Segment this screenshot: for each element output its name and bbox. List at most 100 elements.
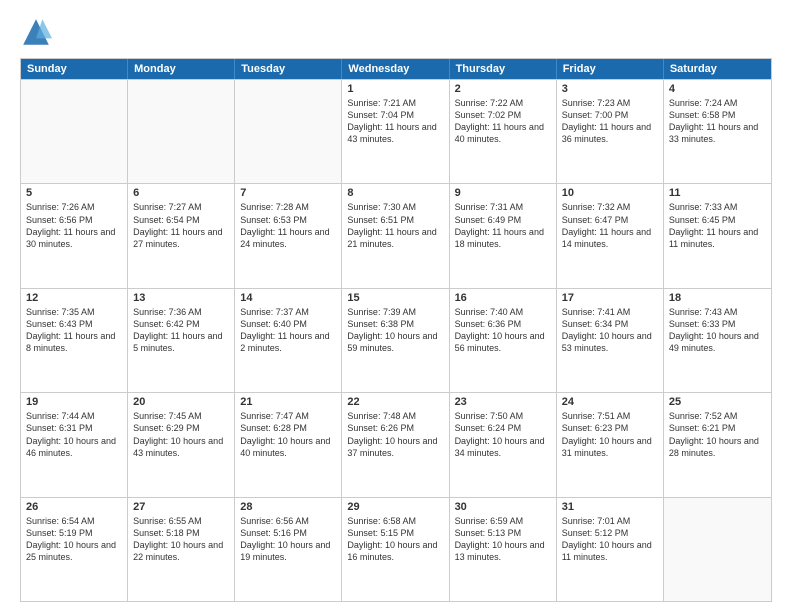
day-info: Sunrise: 7:01 AM Sunset: 5:12 PM Dayligh… <box>562 515 658 564</box>
day-number: 9 <box>455 187 551 199</box>
day-info: Sunrise: 7:26 AM Sunset: 6:56 PM Dayligh… <box>26 201 122 250</box>
day-number: 25 <box>669 396 766 408</box>
header-day-friday: Friday <box>557 59 664 79</box>
page: SundayMondayTuesdayWednesdayThursdayFrid… <box>0 0 792 612</box>
day-info: Sunrise: 7:30 AM Sunset: 6:51 PM Dayligh… <box>347 201 443 250</box>
calendar-row-2: 12 Sunrise: 7:35 AM Sunset: 6:43 PM Dayli… <box>21 288 771 392</box>
day-info: Sunrise: 7:23 AM Sunset: 7:00 PM Dayligh… <box>562 97 658 146</box>
day-info: Sunrise: 6:56 AM Sunset: 5:16 PM Dayligh… <box>240 515 336 564</box>
calendar-cell: 30 Sunrise: 6:59 AM Sunset: 5:13 PM Dayli… <box>450 498 557 601</box>
calendar-cell: 27 Sunrise: 6:55 AM Sunset: 5:18 PM Dayli… <box>128 498 235 601</box>
calendar-cell: 14 Sunrise: 7:37 AM Sunset: 6:40 PM Dayli… <box>235 289 342 392</box>
day-info: Sunrise: 7:52 AM Sunset: 6:21 PM Dayligh… <box>669 410 766 459</box>
day-info: Sunrise: 7:48 AM Sunset: 6:26 PM Dayligh… <box>347 410 443 459</box>
day-number: 11 <box>669 187 766 199</box>
calendar-cell: 18 Sunrise: 7:43 AM Sunset: 6:33 PM Dayli… <box>664 289 771 392</box>
calendar-body: 1 Sunrise: 7:21 AM Sunset: 7:04 PM Daylig… <box>21 79 771 601</box>
calendar-cell: 25 Sunrise: 7:52 AM Sunset: 6:21 PM Dayli… <box>664 393 771 496</box>
calendar-cell <box>128 80 235 183</box>
day-info: Sunrise: 7:28 AM Sunset: 6:53 PM Dayligh… <box>240 201 336 250</box>
day-number: 21 <box>240 396 336 408</box>
calendar-row-1: 5Sunrise: 7:26 AM Sunset: 6:56 PM Daylig… <box>21 183 771 287</box>
calendar-cell: 9 Sunrise: 7:31 AM Sunset: 6:49 PM Daylig… <box>450 184 557 287</box>
day-number: 23 <box>455 396 551 408</box>
calendar-row-0: 1 Sunrise: 7:21 AM Sunset: 7:04 PM Daylig… <box>21 79 771 183</box>
day-info: Sunrise: 7:32 AM Sunset: 6:47 PM Dayligh… <box>562 201 658 250</box>
day-info: Sunrise: 7:22 AM Sunset: 7:02 PM Dayligh… <box>455 97 551 146</box>
calendar-cell: 2 Sunrise: 7:22 AM Sunset: 7:02 PM Daylig… <box>450 80 557 183</box>
logo-icon <box>20 16 52 48</box>
header-day-saturday: Saturday <box>664 59 771 79</box>
day-info: Sunrise: 7:21 AM Sunset: 7:04 PM Dayligh… <box>347 97 443 146</box>
day-number: 29 <box>347 501 443 513</box>
calendar-cell: 10Sunrise: 7:32 AM Sunset: 6:47 PM Dayli… <box>557 184 664 287</box>
day-info: Sunrise: 7:43 AM Sunset: 6:33 PM Dayligh… <box>669 306 766 355</box>
calendar-cell: 17 Sunrise: 7:41 AM Sunset: 6:34 PM Dayli… <box>557 289 664 392</box>
day-info: Sunrise: 6:54 AM Sunset: 5:19 PM Dayligh… <box>26 515 122 564</box>
header-day-thursday: Thursday <box>450 59 557 79</box>
day-number: 31 <box>562 501 658 513</box>
calendar-cell: 6 Sunrise: 7:27 AM Sunset: 6:54 PM Daylig… <box>128 184 235 287</box>
calendar-header: SundayMondayTuesdayWednesdayThursdayFrid… <box>21 59 771 79</box>
day-number: 13 <box>133 292 229 304</box>
day-info: Sunrise: 6:58 AM Sunset: 5:15 PM Dayligh… <box>347 515 443 564</box>
calendar-cell: 29 Sunrise: 6:58 AM Sunset: 5:15 PM Dayli… <box>342 498 449 601</box>
day-number: 2 <box>455 83 551 95</box>
day-number: 1 <box>347 83 443 95</box>
calendar-cell: 22 Sunrise: 7:48 AM Sunset: 6:26 PM Dayli… <box>342 393 449 496</box>
calendar-cell: 28Sunrise: 6:56 AM Sunset: 5:16 PM Dayli… <box>235 498 342 601</box>
calendar-cell: 20 Sunrise: 7:45 AM Sunset: 6:29 PM Dayli… <box>128 393 235 496</box>
day-number: 15 <box>347 292 443 304</box>
calendar-cell <box>664 498 771 601</box>
calendar-cell: 21Sunrise: 7:47 AM Sunset: 6:28 PM Dayli… <box>235 393 342 496</box>
day-info: Sunrise: 7:37 AM Sunset: 6:40 PM Dayligh… <box>240 306 336 355</box>
day-number: 12 <box>26 292 122 304</box>
header <box>20 16 772 48</box>
day-info: Sunrise: 7:31 AM Sunset: 6:49 PM Dayligh… <box>455 201 551 250</box>
calendar-cell: 23 Sunrise: 7:50 AM Sunset: 6:24 PM Dayli… <box>450 393 557 496</box>
day-number: 16 <box>455 292 551 304</box>
day-number: 27 <box>133 501 229 513</box>
day-info: Sunrise: 7:35 AM Sunset: 6:43 PM Dayligh… <box>26 306 122 355</box>
calendar-cell: 24Sunrise: 7:51 AM Sunset: 6:23 PM Dayli… <box>557 393 664 496</box>
header-day-tuesday: Tuesday <box>235 59 342 79</box>
calendar: SundayMondayTuesdayWednesdayThursdayFrid… <box>20 58 772 602</box>
calendar-cell: 15 Sunrise: 7:39 AM Sunset: 6:38 PM Dayli… <box>342 289 449 392</box>
day-info: Sunrise: 7:50 AM Sunset: 6:24 PM Dayligh… <box>455 410 551 459</box>
day-number: 3 <box>562 83 658 95</box>
day-number: 8 <box>347 187 443 199</box>
calendar-cell: 5Sunrise: 7:26 AM Sunset: 6:56 PM Daylig… <box>21 184 128 287</box>
calendar-cell: 11 Sunrise: 7:33 AM Sunset: 6:45 PM Dayli… <box>664 184 771 287</box>
day-info: Sunrise: 7:27 AM Sunset: 6:54 PM Dayligh… <box>133 201 229 250</box>
day-info: Sunrise: 7:33 AM Sunset: 6:45 PM Dayligh… <box>669 201 766 250</box>
day-number: 30 <box>455 501 551 513</box>
day-number: 17 <box>562 292 658 304</box>
day-info: Sunrise: 7:51 AM Sunset: 6:23 PM Dayligh… <box>562 410 658 459</box>
calendar-cell: 8 Sunrise: 7:30 AM Sunset: 6:51 PM Daylig… <box>342 184 449 287</box>
calendar-cell <box>235 80 342 183</box>
day-info: Sunrise: 7:45 AM Sunset: 6:29 PM Dayligh… <box>133 410 229 459</box>
day-number: 4 <box>669 83 766 95</box>
day-info: Sunrise: 6:59 AM Sunset: 5:13 PM Dayligh… <box>455 515 551 564</box>
day-number: 22 <box>347 396 443 408</box>
calendar-cell: 1 Sunrise: 7:21 AM Sunset: 7:04 PM Daylig… <box>342 80 449 183</box>
day-number: 6 <box>133 187 229 199</box>
day-info: Sunrise: 6:55 AM Sunset: 5:18 PM Dayligh… <box>133 515 229 564</box>
calendar-cell: 12 Sunrise: 7:35 AM Sunset: 6:43 PM Dayli… <box>21 289 128 392</box>
calendar-cell: 19Sunrise: 7:44 AM Sunset: 6:31 PM Dayli… <box>21 393 128 496</box>
logo <box>20 16 56 48</box>
calendar-cell: 16 Sunrise: 7:40 AM Sunset: 6:36 PM Dayli… <box>450 289 557 392</box>
day-number: 26 <box>26 501 122 513</box>
day-number: 20 <box>133 396 229 408</box>
calendar-cell: 26 Sunrise: 6:54 AM Sunset: 5:19 PM Dayli… <box>21 498 128 601</box>
day-info: Sunrise: 7:41 AM Sunset: 6:34 PM Dayligh… <box>562 306 658 355</box>
calendar-cell: 7 Sunrise: 7:28 AM Sunset: 6:53 PM Daylig… <box>235 184 342 287</box>
day-number: 18 <box>669 292 766 304</box>
day-number: 7 <box>240 187 336 199</box>
day-info: Sunrise: 7:39 AM Sunset: 6:38 PM Dayligh… <box>347 306 443 355</box>
calendar-cell <box>21 80 128 183</box>
day-info: Sunrise: 7:44 AM Sunset: 6:31 PM Dayligh… <box>26 410 122 459</box>
day-number: 14 <box>240 292 336 304</box>
day-info: Sunrise: 7:40 AM Sunset: 6:36 PM Dayligh… <box>455 306 551 355</box>
day-info: Sunrise: 7:36 AM Sunset: 6:42 PM Dayligh… <box>133 306 229 355</box>
